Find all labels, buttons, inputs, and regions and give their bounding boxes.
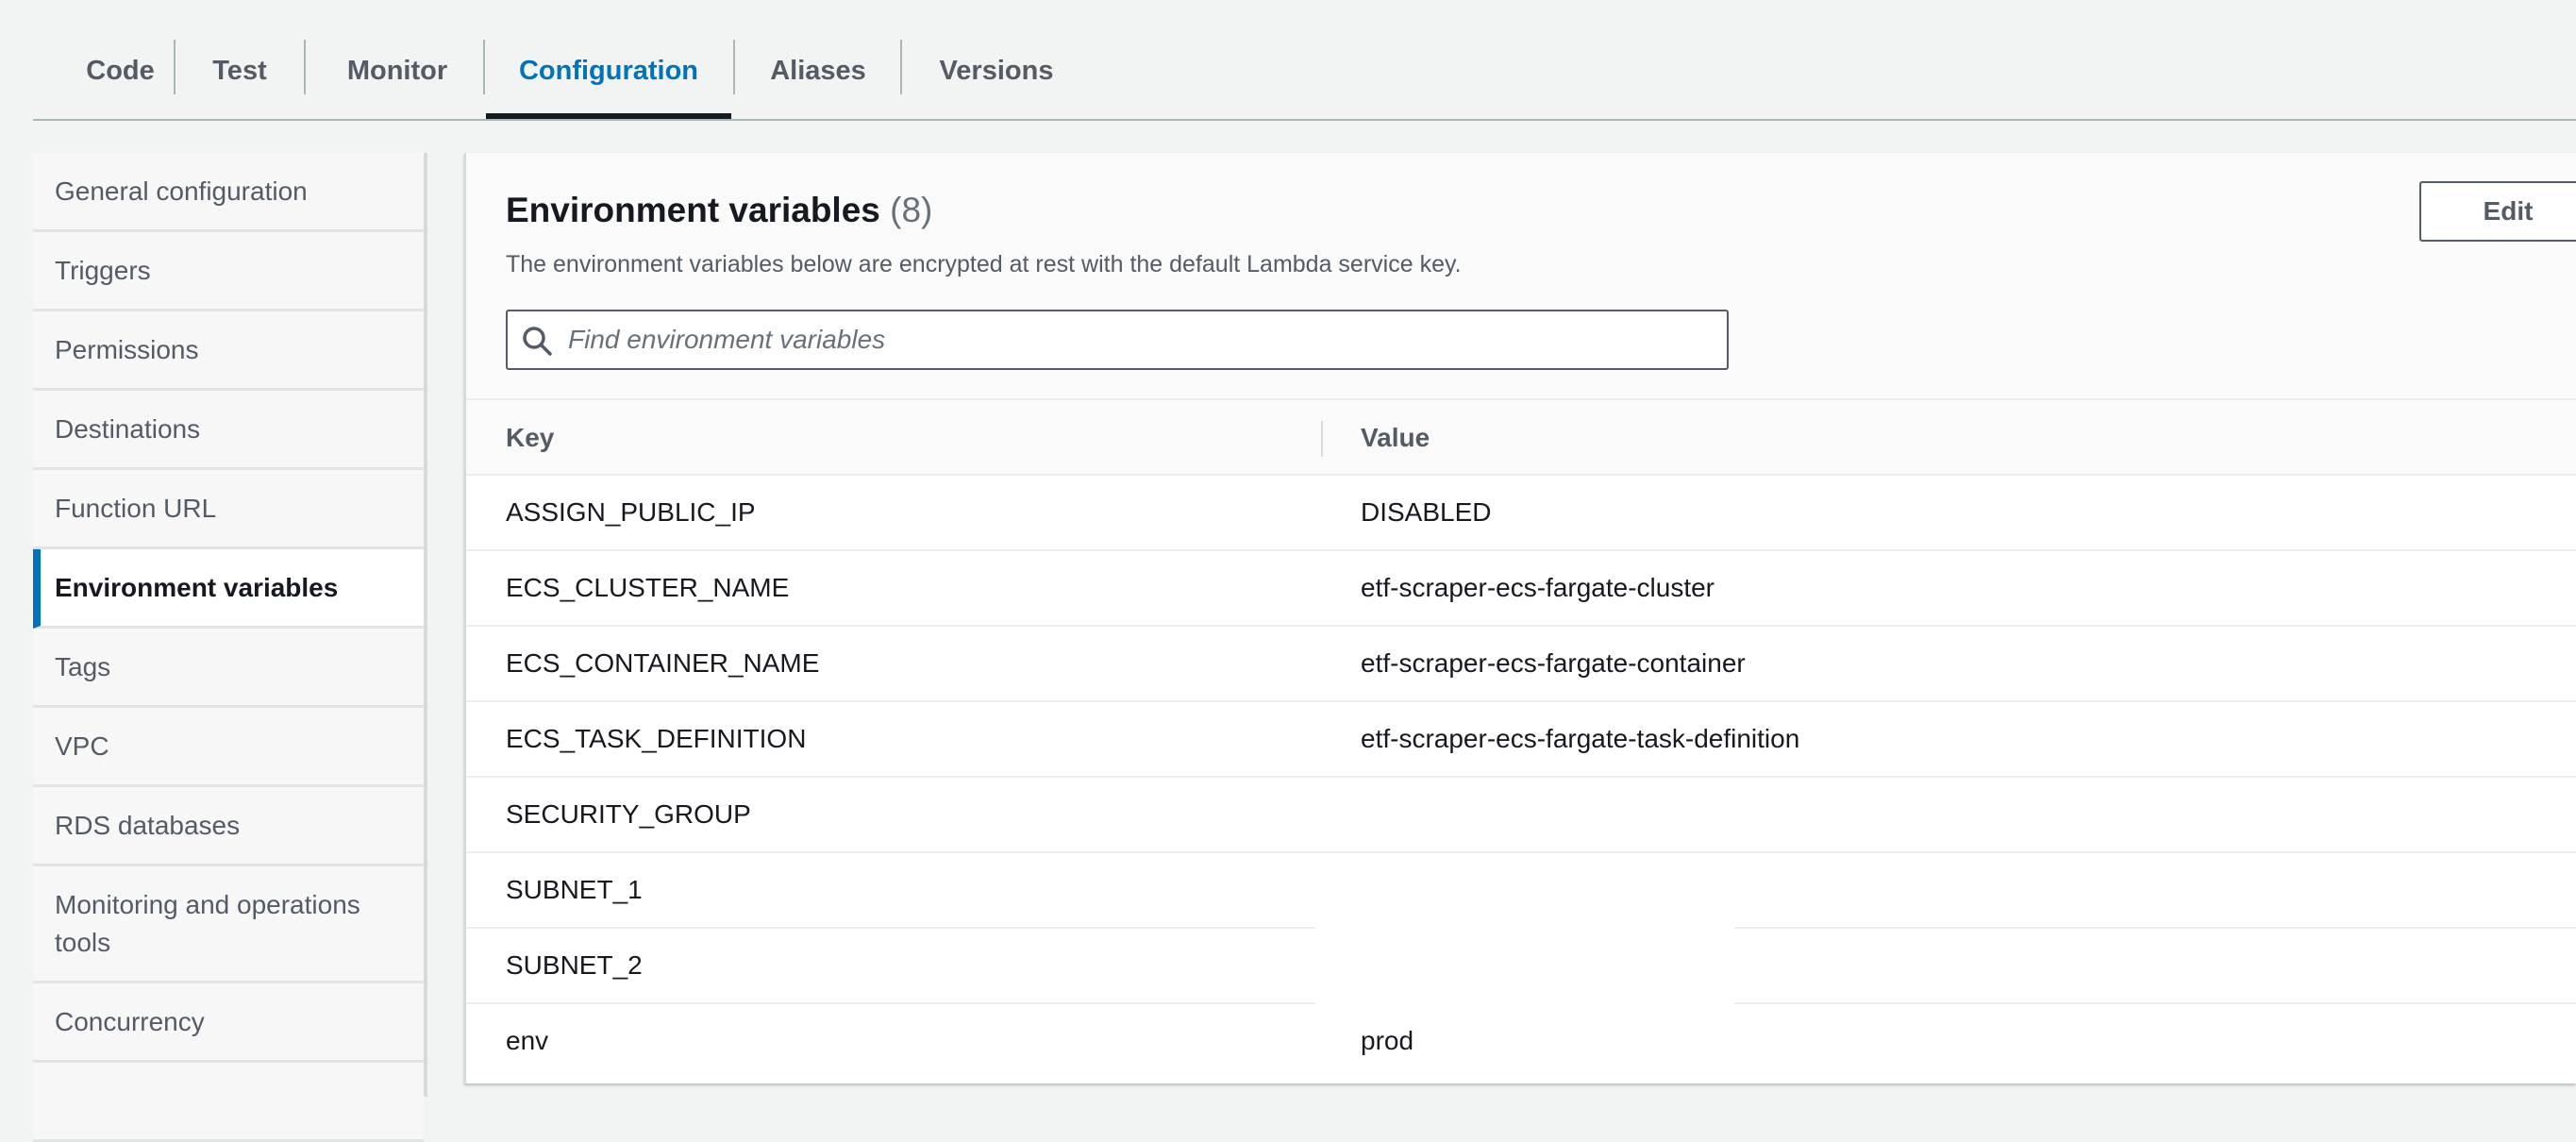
sidebar-item-tags[interactable]: Tags — [33, 629, 424, 708]
sidebar-item-rds-databases[interactable]: RDS databases — [33, 787, 424, 866]
variable-key: env — [506, 1026, 549, 1055]
variable-value: etf-scraper-ecs-fargate-task-definition — [1361, 724, 1800, 753]
sidebar-item-vpc[interactable]: VPC — [33, 708, 424, 787]
variable-value: etf-scraper-ecs-fargate-cluster — [1361, 573, 1715, 602]
tab-versions[interactable]: Versions — [902, 28, 1091, 113]
sidebar-item-function-url[interactable]: Function URL — [33, 470, 424, 549]
column-header-key[interactable]: Key — [506, 400, 554, 476]
sidebar-item-concurrency[interactable]: Concurrency — [33, 983, 424, 1063]
variable-value: etf-scraper-ecs-fargate-container — [1361, 648, 1746, 678]
edit-button[interactable]: Edit — [2419, 181, 2576, 242]
active-tab-indicator — [486, 113, 731, 119]
variable-key: ECS_TASK_DEFINITION — [506, 724, 807, 753]
table-row: ASSIGN_PUBLIC_IP DISABLED — [466, 476, 2576, 551]
variable-key: ASSIGN_PUBLIC_IP — [506, 497, 756, 527]
redacted-values-area — [1315, 853, 1734, 1006]
variables-count: (8) — [890, 191, 933, 229]
panel-title-text: Environment variables — [506, 191, 880, 229]
sidebar-item-permissions[interactable]: Permissions — [33, 311, 424, 391]
tab-configuration[interactable]: Configuration — [486, 28, 731, 113]
panel-header: Environment variables (8) The environmen… — [466, 153, 2576, 400]
sidebar-item-monitoring-and-operations-tools[interactable]: Monitoring and operations tools — [33, 866, 424, 983]
table-row: ECS_CONTAINER_NAME etf-scraper-ecs-farga… — [466, 627, 2576, 702]
sidebar-item-destinations[interactable]: Destinations — [33, 391, 424, 470]
table-header: Key Value — [466, 400, 2576, 476]
variable-value: prod — [1361, 1026, 1414, 1055]
environment-variables-panel: Environment variables (8) The environmen… — [464, 153, 2576, 1083]
tab-code[interactable]: Code — [66, 28, 175, 113]
search-box — [506, 310, 1729, 370]
sidebar-item-environment-variables[interactable]: Environment variables — [33, 549, 424, 629]
sidebar-item-general-configuration[interactable]: General configuration — [33, 153, 424, 232]
variable-value: DISABLED — [1361, 497, 1492, 527]
panel-title: Environment variables (8) — [506, 191, 932, 230]
search-icon — [523, 327, 552, 356]
search-input[interactable] — [568, 319, 1710, 361]
variable-key: ECS_CONTAINER_NAME — [506, 648, 820, 678]
panel-description: The environment variables below are encr… — [506, 251, 1462, 277]
table-row: env prod — [466, 1004, 2576, 1080]
configuration-sidenav: General configuration Triggers Permissio… — [33, 153, 427, 1142]
variable-key: SECURITY_GROUP — [506, 799, 751, 829]
variable-key: SUBNET_2 — [506, 950, 643, 980]
table-row: ECS_TASK_DEFINITION etf-scraper-ecs-farg… — [466, 702, 2576, 778]
table-row: ECS_CLUSTER_NAME etf-scraper-ecs-fargate… — [466, 551, 2576, 627]
table-row: SECURITY_GROUP — [466, 778, 2576, 853]
variable-key: ECS_CLUSTER_NAME — [506, 573, 790, 602]
sidebar-item-next[interactable] — [33, 1063, 424, 1142]
column-header-value[interactable]: Value — [1361, 400, 1430, 476]
tab-aliases[interactable]: Aliases — [735, 28, 901, 113]
tab-monitor[interactable]: Monitor — [305, 28, 490, 113]
sidebar-item-triggers[interactable]: Triggers — [33, 232, 424, 311]
tab-test[interactable]: Test — [175, 28, 305, 113]
column-resize-handle[interactable] — [1321, 421, 1323, 457]
variable-key: SUBNET_1 — [506, 875, 643, 904]
config-tabs: Code Test Monitor Configuration Aliases … — [33, 0, 2576, 121]
tab-divider — [483, 40, 485, 94]
